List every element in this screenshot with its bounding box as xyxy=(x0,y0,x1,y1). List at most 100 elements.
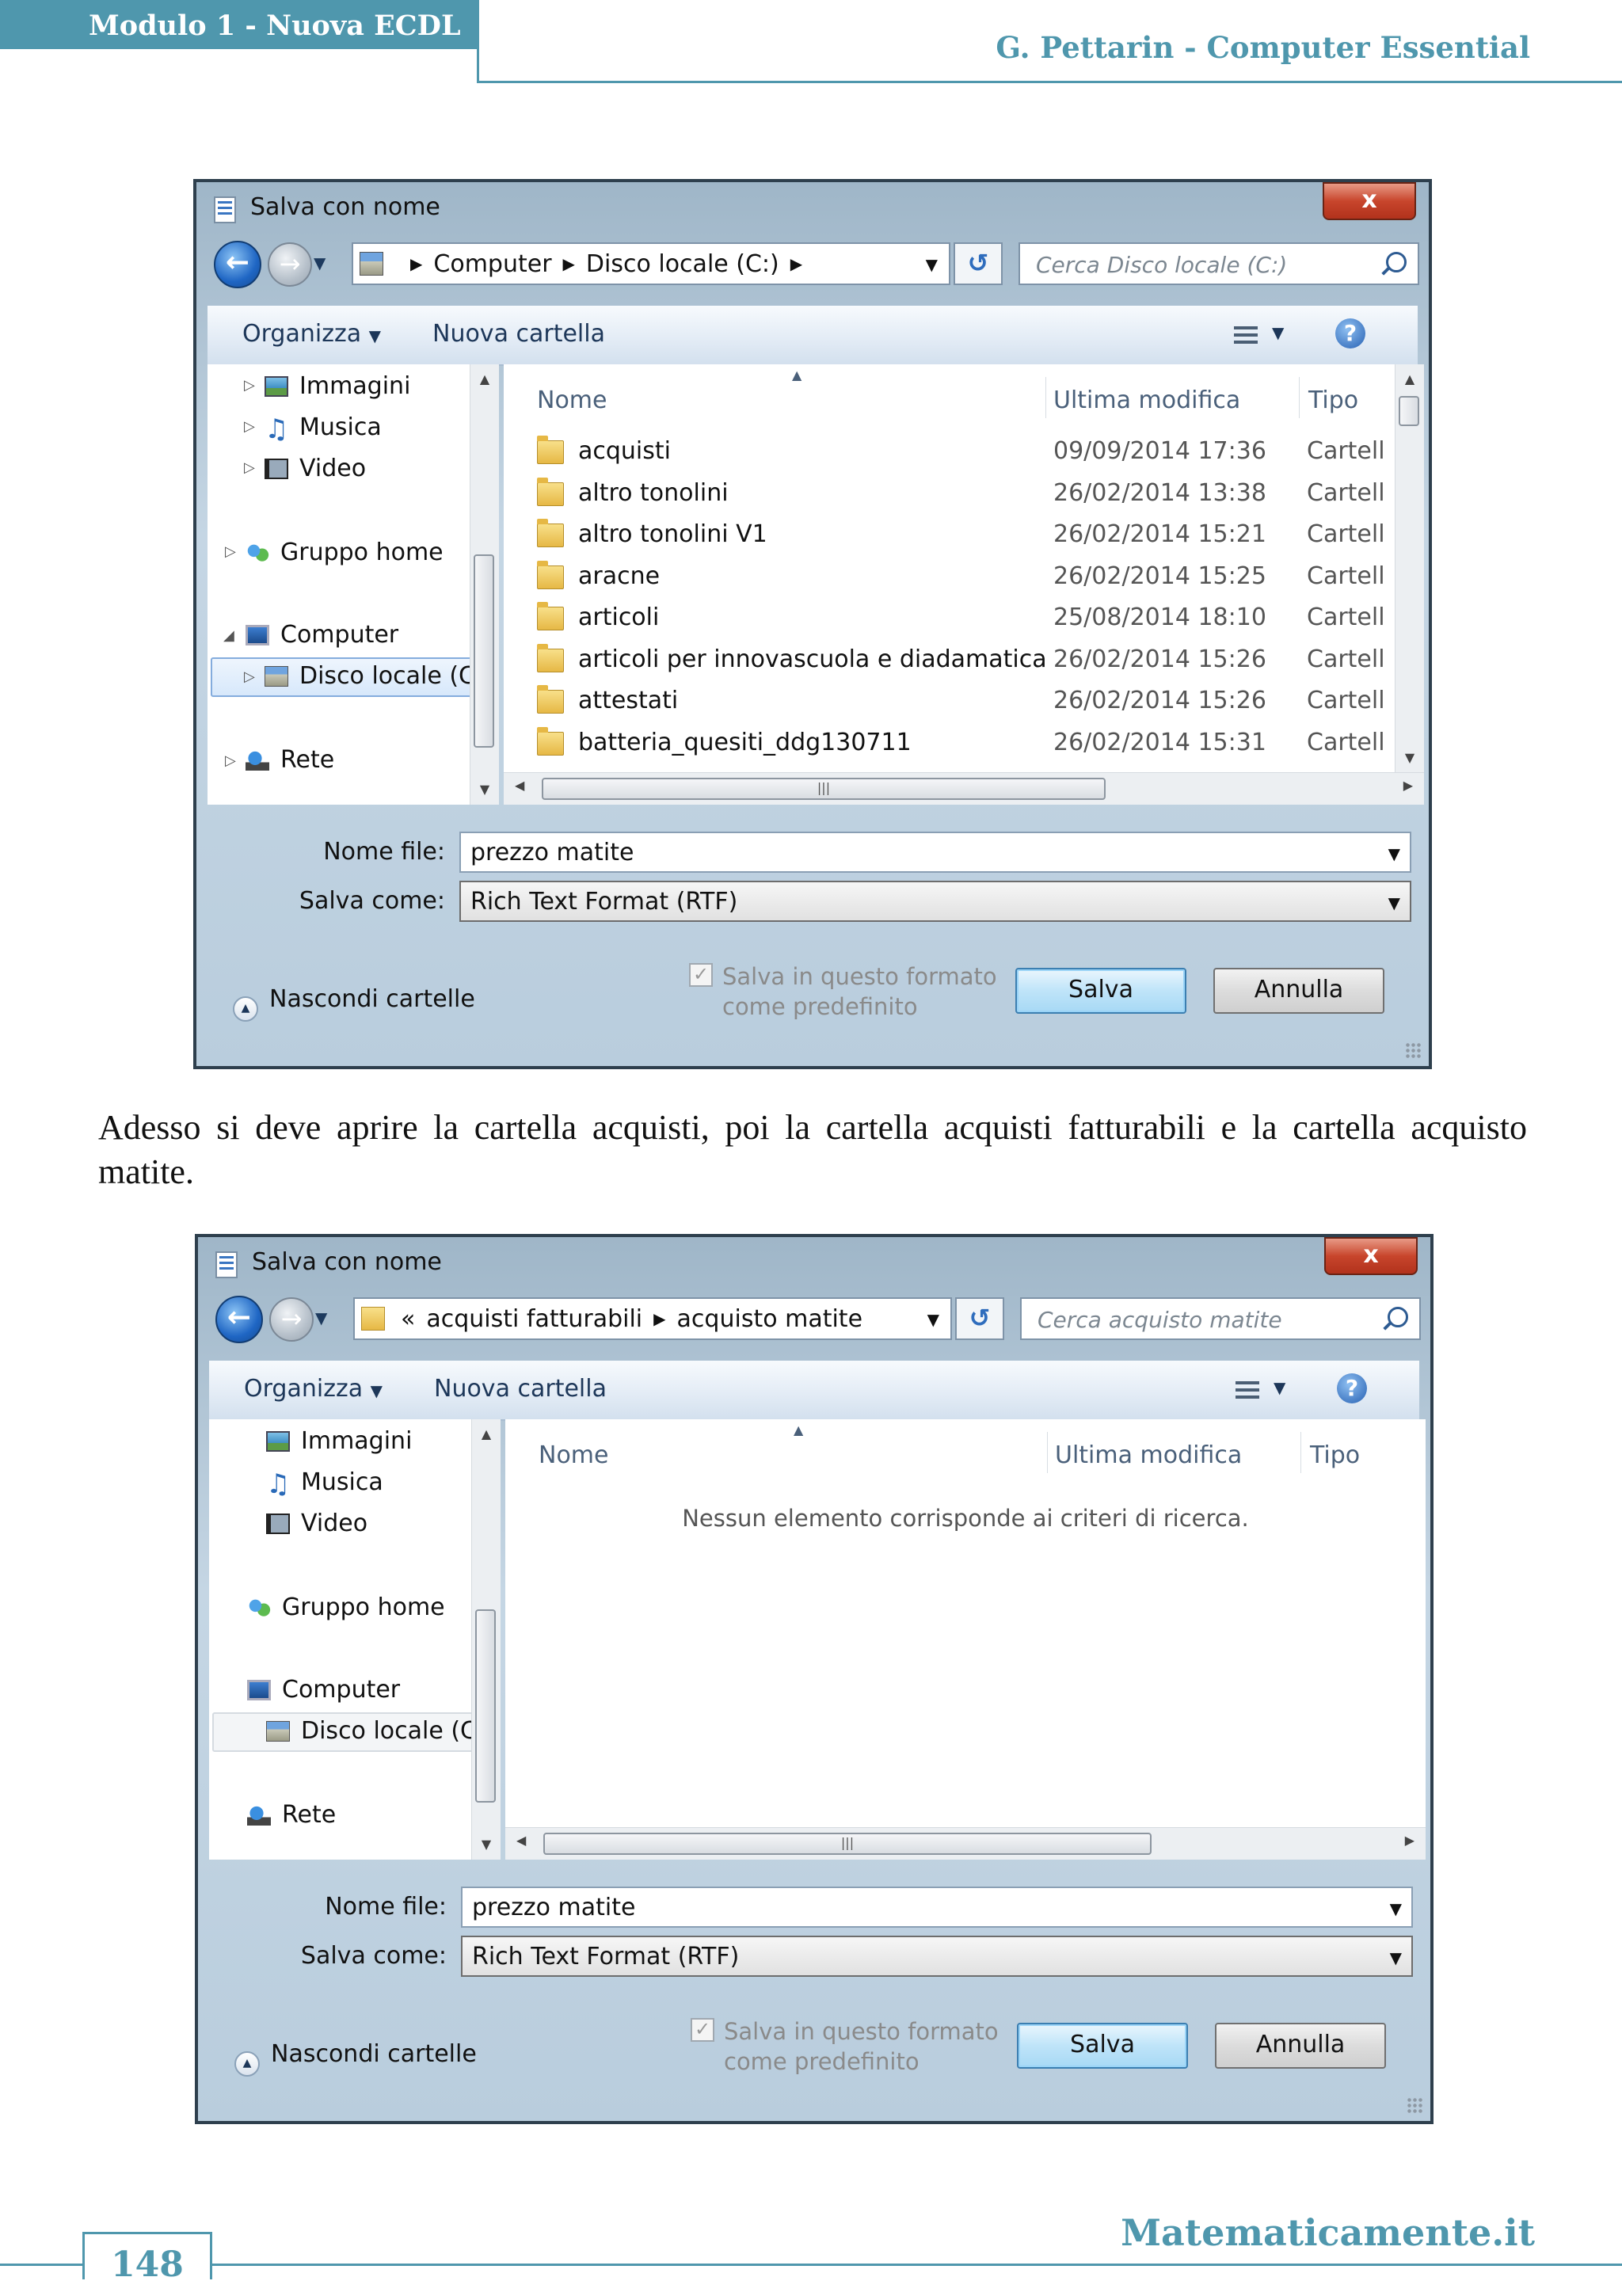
scroll-right-icon[interactable]: ▶ xyxy=(1403,778,1413,793)
organize-button[interactable]: Organizza ▼ xyxy=(242,320,381,348)
hide-folders-button[interactable]: ▲ Nascondi cartelle xyxy=(233,985,475,1022)
scroll-up-icon[interactable]: ▲ xyxy=(1395,367,1424,391)
nav-item-pictures[interactable]: Immagini xyxy=(266,1427,412,1455)
collapse-icon[interactable]: ◢ xyxy=(223,627,234,644)
column-name[interactable]: Nome xyxy=(539,1441,608,1469)
hide-folders-button[interactable]: ▲ Nascondi cartelle xyxy=(234,2040,477,2077)
back-button[interactable]: ← xyxy=(215,1296,263,1343)
nav-scrollbar[interactable]: ▲ ▼ xyxy=(470,364,499,805)
horizontal-scrollbar[interactable]: ◀ ||| ▶ xyxy=(505,1827,1426,1860)
column-divider[interactable] xyxy=(1300,1432,1301,1473)
expand-icon[interactable]: ▷ xyxy=(225,543,236,560)
chevron-right-icon[interactable]: ▶ xyxy=(563,254,575,273)
chevron-down-icon[interactable]: ▼ xyxy=(1388,844,1400,863)
address-dropdown-icon[interactable]: ▼ xyxy=(926,255,938,274)
file-row[interactable]: acquisti 09/09/2014 17:36 Cartell xyxy=(504,431,1383,472)
view-dropdown-icon[interactable]: ▼ xyxy=(1274,1378,1285,1397)
column-modified[interactable]: Ultima modifica xyxy=(1055,1441,1242,1469)
chevron-down-icon[interactable]: ▼ xyxy=(1390,1948,1402,1967)
file-row[interactable]: altro tonolini 26/02/2014 13:38 Cartell xyxy=(504,473,1383,514)
file-row[interactable]: articoli per innovascuola e diadamatica 2… xyxy=(504,639,1383,680)
scroll-thumb[interactable] xyxy=(1399,396,1419,426)
scroll-left-icon[interactable]: ◀ xyxy=(515,778,524,793)
cancel-button[interactable]: Annulla xyxy=(1215,2023,1386,2069)
cancel-button[interactable]: Annulla xyxy=(1213,968,1384,1014)
scroll-thumb[interactable] xyxy=(475,1609,496,1803)
nav-item-computer[interactable]: Computer xyxy=(246,621,398,649)
scroll-thumb[interactable] xyxy=(474,554,494,748)
save-type-select[interactable]: Rich Text Format (RTF) ▼ xyxy=(459,881,1411,922)
chevron-right-icon[interactable]: ▶ xyxy=(653,1309,665,1328)
new-folder-button[interactable]: Nuova cartella xyxy=(432,320,605,348)
scroll-up-icon[interactable]: ▲ xyxy=(470,367,499,391)
view-options-icon[interactable] xyxy=(1234,326,1258,345)
scroll-thumb[interactable]: ||| xyxy=(542,778,1106,800)
nav-item-local-disk[interactable]: Disco locale (C:) xyxy=(266,1717,494,1745)
help-icon[interactable]: ? xyxy=(1335,318,1365,348)
title-bar[interactable]: Salva con nome x xyxy=(198,1237,1430,1288)
close-button[interactable]: x xyxy=(1323,182,1416,220)
breadcrumb-local-disk[interactable]: Disco locale (C:) xyxy=(586,250,779,278)
chevron-down-icon[interactable]: ▼ xyxy=(1388,893,1400,912)
forward-button[interactable]: → xyxy=(268,242,312,287)
refresh-button[interactable]: ↺ xyxy=(954,242,1003,285)
title-bar[interactable]: Salva con nome x xyxy=(196,182,1429,233)
resize-grip-icon[interactable] xyxy=(1407,2097,1422,2113)
scroll-down-icon[interactable]: ▼ xyxy=(472,1833,501,1856)
breadcrumb-acquisti-fatturabili[interactable]: acquisti fatturabili xyxy=(426,1305,642,1333)
organize-button[interactable]: Organizza ▼ xyxy=(244,1375,383,1403)
expand-icon[interactable]: ▷ xyxy=(244,459,255,476)
expand-icon[interactable]: ▷ xyxy=(244,418,255,435)
save-type-select[interactable]: Rich Text Format (RTF) ▼ xyxy=(461,1936,1413,1977)
file-row[interactable]: batteria_quesiti_ddg130711 26/02/2014 15:… xyxy=(504,722,1383,763)
expand-icon[interactable]: ▷ xyxy=(244,377,255,394)
column-type[interactable]: Tipo xyxy=(1308,386,1358,414)
filename-input[interactable]: prezzo matite ▼ xyxy=(459,832,1411,873)
default-format-checkbox[interactable]: ✓ xyxy=(691,2018,714,2042)
breadcrumb-computer[interactable]: Computer xyxy=(433,250,551,278)
column-type[interactable]: Tipo xyxy=(1310,1441,1360,1469)
save-button[interactable]: Salva xyxy=(1017,2023,1188,2069)
nav-item-network[interactable]: Rete xyxy=(247,1801,336,1829)
new-folder-button[interactable]: Nuova cartella xyxy=(434,1375,607,1403)
nav-item-homegroup[interactable]: Gruppo home xyxy=(246,539,444,566)
scroll-up-icon[interactable]: ▲ xyxy=(472,1422,501,1446)
expand-icon[interactable]: ▷ xyxy=(244,668,255,685)
back-button[interactable]: ← xyxy=(214,241,261,288)
file-row[interactable]: aracne 26/02/2014 15:25 Cartell xyxy=(504,556,1383,597)
save-button[interactable]: Salva xyxy=(1015,968,1186,1014)
address-bar[interactable]: « acquisti fatturabili ▶ acquisto matite ▼ xyxy=(353,1297,952,1340)
nav-item-video[interactable]: Video xyxy=(266,1510,367,1537)
nav-item-computer[interactable]: Computer xyxy=(247,1676,400,1704)
chevron-right-icon[interactable]: ▶ xyxy=(790,254,802,273)
file-row[interactable]: altro tonolini V1 26/02/2014 15:21 Cartell xyxy=(504,514,1383,555)
column-name[interactable]: Nome xyxy=(537,386,607,414)
nav-item-homegroup[interactable]: Gruppo home xyxy=(247,1593,445,1621)
scroll-thumb[interactable]: ||| xyxy=(543,1833,1152,1855)
search-input[interactable]: Cerca Disco locale (C:) xyxy=(1019,242,1419,285)
nav-item-video[interactable]: Video xyxy=(265,455,366,482)
horizontal-scrollbar[interactable]: ◀ ||| ▶ xyxy=(504,772,1424,805)
search-icon[interactable] xyxy=(1388,1307,1408,1327)
address-dropdown-icon[interactable]: ▼ xyxy=(927,1310,939,1329)
column-divider[interactable] xyxy=(1047,1432,1048,1473)
recent-pages-dropdown[interactable]: ▼ xyxy=(314,253,326,272)
search-input[interactable]: Cerca acquisto matite xyxy=(1020,1297,1421,1340)
refresh-button[interactable]: ↺ xyxy=(955,1297,1004,1340)
forward-button[interactable]: → xyxy=(269,1297,314,1342)
search-icon[interactable] xyxy=(1386,252,1407,272)
view-dropdown-icon[interactable]: ▼ xyxy=(1272,323,1284,342)
nav-item-network[interactable]: Rete xyxy=(246,746,334,774)
expand-icon[interactable]: ▷ xyxy=(225,752,236,769)
column-divider[interactable] xyxy=(1299,377,1300,418)
scroll-left-icon[interactable]: ◀ xyxy=(516,1833,526,1848)
scroll-down-icon[interactable]: ▼ xyxy=(1395,746,1424,770)
column-divider[interactable] xyxy=(1045,377,1046,418)
nav-item-music[interactable]: ♫ Musica xyxy=(266,1468,383,1500)
chevron-right-icon[interactable]: ▶ xyxy=(410,254,422,273)
scroll-down-icon[interactable]: ▼ xyxy=(470,778,499,802)
breadcrumb-acquisto-matite[interactable]: acquisto matite xyxy=(677,1305,862,1333)
column-modified[interactable]: Ultima modifica xyxy=(1053,386,1240,414)
file-row[interactable]: attestati 26/02/2014 15:26 Cartell xyxy=(504,680,1383,722)
nav-scrollbar[interactable]: ▲ ▼ xyxy=(471,1419,501,1860)
